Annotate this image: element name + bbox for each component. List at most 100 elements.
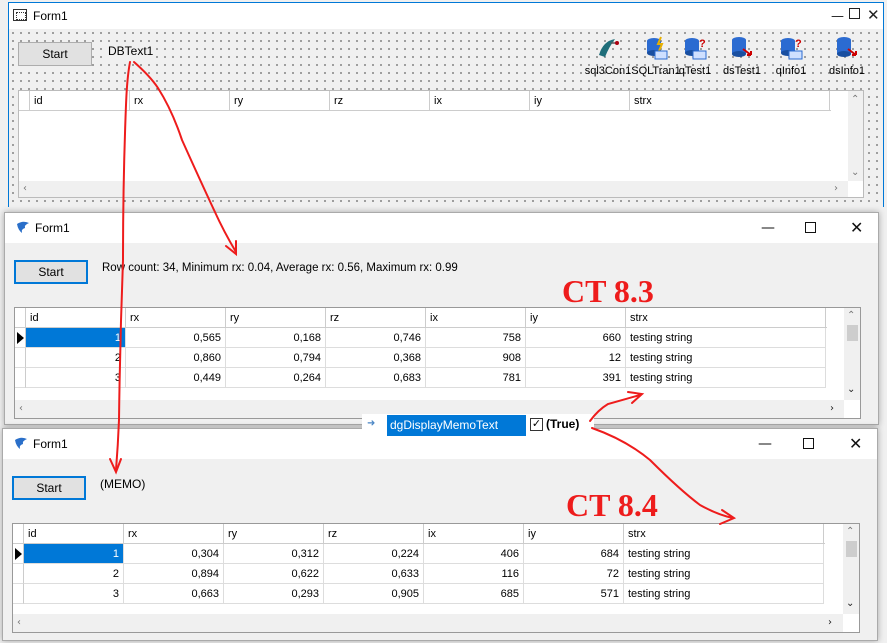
component-qinfo1[interactable]: ? qInfo1 xyxy=(773,35,809,77)
cell-rx[interactable]: 0,565 xyxy=(126,328,226,348)
table-row[interactable]: 2 0,860 0,794 0,368 908 12 testing strin… xyxy=(15,348,827,368)
scroll-right-icon[interactable]: › xyxy=(834,183,838,194)
column-header[interactable]: id xyxy=(26,308,126,328)
component-dsinfo1[interactable]: dsInfo1 xyxy=(829,35,865,77)
cell-id[interactable]: 2 xyxy=(26,348,126,368)
cell-id[interactable]: 1 xyxy=(24,544,124,564)
component-sql3con1[interactable]: sql3Con1 xyxy=(585,35,631,77)
scroll-left-icon[interactable]: ‹ xyxy=(17,617,21,628)
column-header[interactable]: id xyxy=(30,91,130,111)
design-start-button[interactable]: Start xyxy=(18,42,92,66)
column-header[interactable]: ry xyxy=(224,524,324,544)
cell-ry[interactable]: 0,312 xyxy=(224,544,324,564)
start-button[interactable]: Start xyxy=(12,476,86,500)
cell-rz[interactable]: 0,368 xyxy=(326,348,426,368)
cell-id[interactable]: 1 xyxy=(26,328,126,348)
cell-ix[interactable]: 116 xyxy=(424,564,524,584)
table-row[interactable]: 3 0,449 0,264 0,683 781 391 testing stri… xyxy=(15,368,827,388)
cell-rz[interactable]: 0,746 xyxy=(326,328,426,348)
table-row[interactable]: 1 0,304 0,312 0,224 406 684 testing stri… xyxy=(13,544,825,564)
cell-rx[interactable]: 0,663 xyxy=(124,584,224,604)
component-qtest1[interactable]: ? qTest1 xyxy=(677,35,713,77)
column-header[interactable]: iy xyxy=(530,91,630,111)
column-header[interactable]: rz xyxy=(326,308,426,328)
cell-strx[interactable]: testing string xyxy=(624,564,824,584)
scroll-right-icon[interactable]: › xyxy=(830,403,834,414)
cell-strx[interactable]: testing string xyxy=(626,328,826,348)
scrollbar-thumb[interactable] xyxy=(847,325,858,341)
cell-ix[interactable]: 685 xyxy=(424,584,524,604)
column-header[interactable]: rz xyxy=(324,524,424,544)
close-icon[interactable]: ✕ xyxy=(867,6,880,24)
cell-rx[interactable]: 0,894 xyxy=(124,564,224,584)
design-dbgrid[interactable]: id rx ry rz ix iy strx ⌃ ⌄ ‹ › xyxy=(18,90,864,198)
cell-id[interactable]: 3 xyxy=(24,584,124,604)
cell-rx[interactable]: 0,449 xyxy=(126,368,226,388)
start-button[interactable]: Start xyxy=(14,260,88,284)
form-83-dbgrid[interactable]: id rx ry rz ix iy strx 1 0,565 0,168 0,7… xyxy=(14,307,861,419)
cell-ry[interactable]: 0,794 xyxy=(226,348,326,368)
cell-iy[interactable]: 12 xyxy=(526,348,626,368)
maximize-icon[interactable] xyxy=(803,438,814,449)
property-name[interactable]: dgDisplayMemoText xyxy=(387,415,526,436)
scroll-down-icon[interactable]: ⌄ xyxy=(851,167,859,178)
horizontal-scrollbar[interactable]: ‹ › xyxy=(19,181,848,197)
cell-ry[interactable]: 0,168 xyxy=(226,328,326,348)
column-header[interactable]: strx xyxy=(630,91,830,111)
dbtext-label[interactable]: DBText1 xyxy=(106,44,156,58)
cell-id[interactable]: 2 xyxy=(24,564,124,584)
cell-rz[interactable]: 0,683 xyxy=(326,368,426,388)
cell-rx[interactable]: 0,860 xyxy=(126,348,226,368)
close-icon[interactable]: ✕ xyxy=(850,218,863,237)
cell-rz[interactable]: 0,905 xyxy=(324,584,424,604)
minimize-icon[interactable]: — xyxy=(831,9,844,24)
cell-rx[interactable]: 0,304 xyxy=(124,544,224,564)
maximize-icon[interactable] xyxy=(805,222,816,233)
cell-ry[interactable]: 0,293 xyxy=(224,584,324,604)
table-row[interactable]: 2 0,894 0,622 0,633 116 72 testing strin… xyxy=(13,564,825,584)
column-header[interactable]: rx xyxy=(124,524,224,544)
cell-rz[interactable]: 0,633 xyxy=(324,564,424,584)
cell-strx[interactable]: testing string xyxy=(626,368,826,388)
scroll-up-icon[interactable]: ⌃ xyxy=(847,310,855,321)
vertical-scrollbar[interactable]: ⌃ ⌄ xyxy=(844,308,860,400)
cell-rz[interactable]: 0,224 xyxy=(324,544,424,564)
table-row[interactable]: 1 0,565 0,168 0,746 758 660 testing stri… xyxy=(15,328,827,348)
cell-strx[interactable]: testing string xyxy=(624,584,824,604)
cell-iy[interactable]: 391 xyxy=(526,368,626,388)
column-header[interactable]: strx xyxy=(624,524,824,544)
scroll-right-icon[interactable]: › xyxy=(828,617,832,628)
cell-ix[interactable]: 758 xyxy=(426,328,526,348)
cell-id[interactable]: 3 xyxy=(26,368,126,388)
column-header[interactable]: iy xyxy=(524,524,624,544)
vertical-scrollbar[interactable]: ⌃ ⌄ xyxy=(848,91,863,181)
scrollbar-thumb[interactable] xyxy=(846,541,857,557)
minimize-icon[interactable]: — xyxy=(758,436,772,452)
table-row[interactable]: 3 0,663 0,293 0,905 685 571 testing stri… xyxy=(13,584,825,604)
scroll-left-icon[interactable]: ‹ xyxy=(23,183,27,194)
cell-iy[interactable]: 72 xyxy=(524,564,624,584)
form-84-dbgrid[interactable]: id rx ry rz ix iy strx 1 0,304 0,312 0,2… xyxy=(12,523,860,633)
scroll-down-icon[interactable]: ⌄ xyxy=(847,384,855,395)
cell-strx[interactable]: testing string xyxy=(626,348,826,368)
cell-ry[interactable]: 0,622 xyxy=(224,564,324,584)
cell-iy[interactable]: 571 xyxy=(524,584,624,604)
column-header[interactable]: id xyxy=(24,524,124,544)
cell-ix[interactable]: 406 xyxy=(424,544,524,564)
cell-ix[interactable]: 781 xyxy=(426,368,526,388)
column-header[interactable]: iy xyxy=(526,308,626,328)
column-header[interactable]: strx xyxy=(626,308,826,328)
close-icon[interactable]: ✕ xyxy=(849,434,862,453)
column-header[interactable]: ix xyxy=(430,91,530,111)
column-header[interactable]: ix xyxy=(424,524,524,544)
column-header[interactable]: ry xyxy=(230,91,330,111)
object-inspector-row[interactable]: ➜ dgDisplayMemoText ✓ (True) xyxy=(362,414,594,438)
cell-iy[interactable]: 660 xyxy=(526,328,626,348)
minimize-icon[interactable]: — xyxy=(761,220,775,236)
scroll-down-icon[interactable]: ⌄ xyxy=(846,598,854,609)
cell-iy[interactable]: 684 xyxy=(524,544,624,564)
column-header[interactable]: rz xyxy=(330,91,430,111)
column-header[interactable]: rx xyxy=(130,91,230,111)
component-sqltran1[interactable]: SQLTran1 xyxy=(631,35,681,77)
vertical-scrollbar[interactable]: ⌃ ⌄ xyxy=(843,524,859,614)
